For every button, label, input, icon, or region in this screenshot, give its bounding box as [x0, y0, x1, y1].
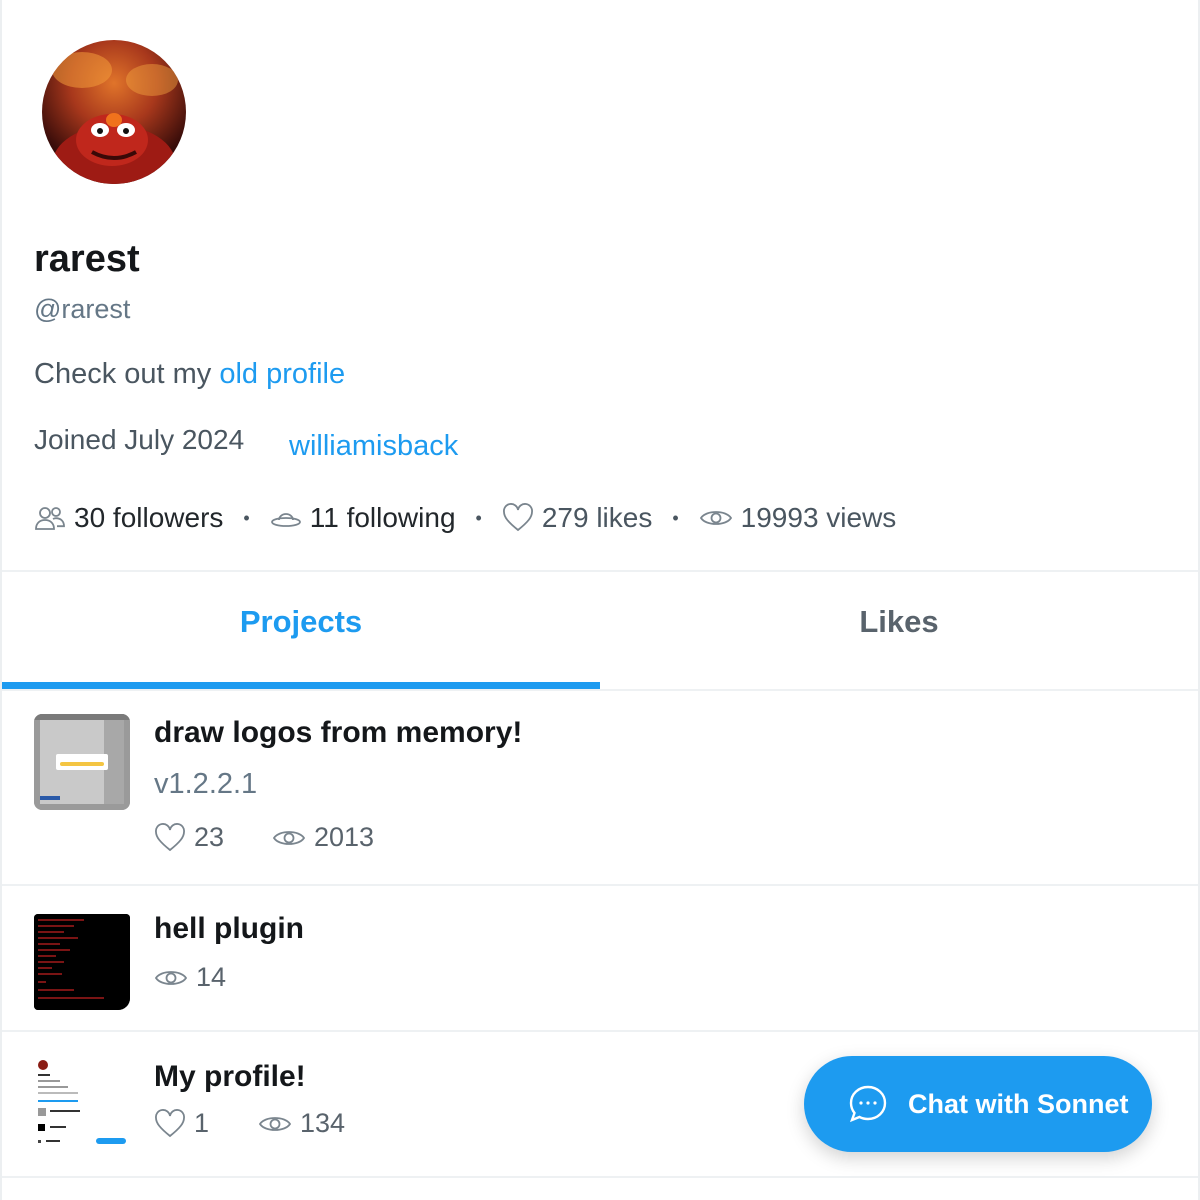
project-row[interactable]: hell plugin 14 — [2, 886, 1198, 1030]
project-views-count: 2013 — [314, 822, 375, 852]
project-title: draw logos from memory! — [154, 716, 523, 749]
active-tab-indicator — [2, 682, 600, 689]
tab-likes[interactable]: Likes — [600, 604, 1198, 640]
project-title: My profile! — [154, 1060, 306, 1093]
chat-bubble-icon — [849, 1085, 887, 1123]
row-divider — [2, 1176, 1198, 1178]
eye-icon — [699, 511, 732, 525]
project-thumbnail — [34, 914, 130, 1010]
project-thumbnail — [34, 714, 130, 810]
views-stat: 19993 views — [699, 502, 897, 534]
username-handle: @rarest — [34, 294, 131, 324]
project-likes-count: 1 — [194, 1108, 210, 1138]
eye-icon — [272, 830, 306, 845]
display-name: rarest — [34, 238, 140, 280]
likes-count: 279 likes — [541, 502, 653, 533]
website-link[interactable]: williamisback — [289, 430, 458, 463]
old-profile-link[interactable]: old profile — [219, 358, 345, 390]
eye-icon — [154, 970, 188, 985]
project-likes: 1 — [154, 1108, 209, 1139]
heart-icon — [155, 822, 185, 851]
project-likes-count: 23 — [194, 822, 225, 852]
project-thumbnail — [34, 1056, 130, 1152]
project-views: 14 — [154, 962, 226, 993]
stat-separator: • — [475, 507, 482, 528]
joined-date: Joined July 2024 — [34, 424, 245, 455]
bio: Check out my old profile — [34, 358, 345, 391]
followers-count: 30 followers — [74, 502, 224, 533]
views-count: 19993 views — [740, 502, 897, 533]
heart-icon — [502, 503, 533, 532]
tab-projects[interactable]: Projects — [2, 604, 600, 640]
header-divider — [2, 570, 1198, 572]
likes-stat: 279 likes — [502, 502, 653, 534]
stat-separator: • — [243, 507, 250, 528]
following-count: 11 following — [309, 502, 456, 533]
chat-with-sonnet-button[interactable]: Chat with Sonnet — [804, 1056, 1152, 1152]
following-stat[interactable]: 11 following — [270, 502, 456, 534]
project-views-count: 134 — [300, 1108, 346, 1138]
eye-icon — [258, 1116, 292, 1131]
bio-text: Check out my — [34, 358, 220, 390]
followers-stat[interactable]: 30 followers — [34, 502, 223, 534]
avatar[interactable] — [42, 40, 186, 184]
planet-icon — [270, 513, 301, 527]
project-views-count: 14 — [196, 962, 227, 992]
stat-separator: • — [672, 507, 679, 528]
project-version: v1.2.2.1 — [154, 768, 258, 800]
heart-icon — [155, 1108, 185, 1137]
project-likes: 23 — [154, 822, 224, 853]
project-title: hell plugin — [154, 912, 304, 945]
project-views: 134 — [258, 1108, 345, 1139]
chat-button-label: Chat with Sonnet — [908, 1088, 1129, 1119]
profile-stats: 30 followers • 11 following • 279 likes … — [34, 498, 896, 538]
project-row[interactable]: draw logos from memory! v1.2.2.1 23 2013 — [2, 690, 1198, 884]
users-icon — [35, 507, 65, 530]
project-views: 2013 — [272, 822, 374, 853]
